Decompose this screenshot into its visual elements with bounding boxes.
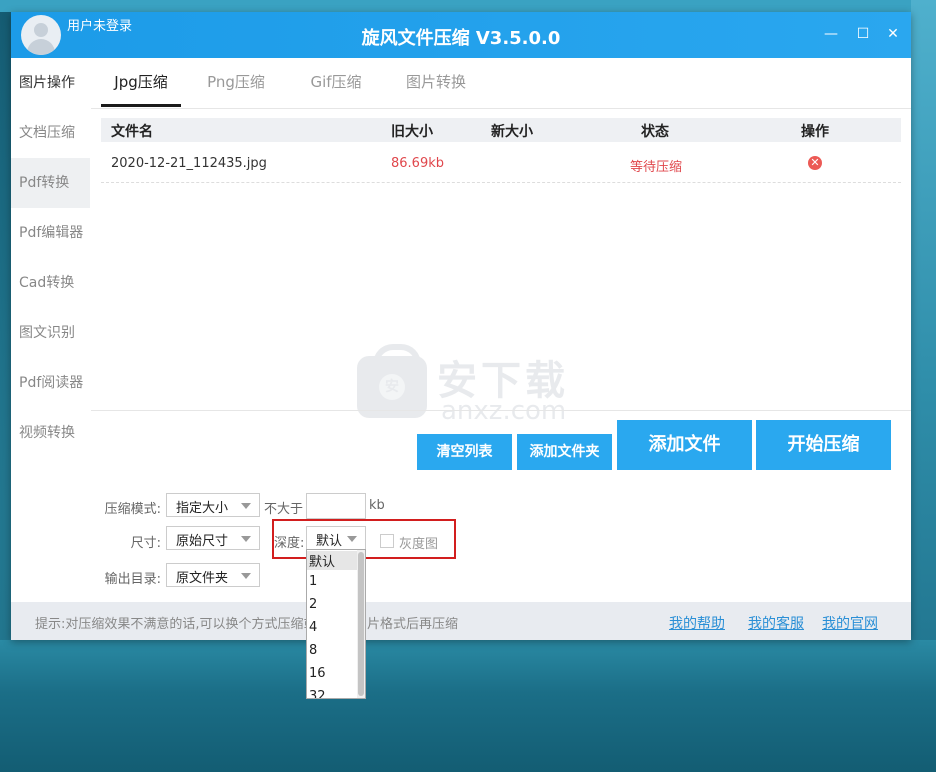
tip-text: 提示:对压缩效果不满意的话,可以换个方式压缩或: [35, 617, 317, 632]
sidebar-item-cad-convert[interactable]: Cad转换: [11, 258, 90, 308]
dropdown-option[interactable]: 16: [309, 666, 326, 681]
limit-unit-label: kb: [369, 498, 385, 513]
add-folder-button[interactable]: 添加文件夹: [517, 434, 612, 470]
sidebar-item-pdf-editor[interactable]: Pdf编辑器: [11, 208, 90, 258]
desktop-background-top: [0, 0, 936, 12]
row-old-size: 86.69kb: [391, 156, 444, 171]
website-link[interactable]: 我的官网: [822, 613, 878, 633]
column-status: 状态: [641, 124, 669, 140]
sidebar: 图片操作 文档压缩 Pdf转换 Pdf编辑器 Cad转换 图文识别 Pdf阅读器…: [11, 58, 90, 602]
status-footer: 提示:对压缩效果不满意的话,可以换个方式压缩或 片格式后再压缩 我的帮助 我的客…: [11, 602, 911, 640]
size-select[interactable]: 原始尺寸: [166, 526, 260, 550]
maximize-icon[interactable]: ☐: [855, 26, 871, 42]
tab-jpg-compress[interactable]: Jpg压缩: [101, 58, 181, 107]
file-table-header: 文件名 旧大小 新大小 状态 操作: [101, 118, 901, 142]
column-filename: 文件名: [111, 124, 153, 140]
compress-mode-label: 压缩模式:: [104, 502, 161, 517]
row-status: 等待压缩: [630, 160, 683, 175]
tip-text-tail: 片格式后再压缩: [367, 617, 459, 632]
dropdown-scrollbar[interactable]: [357, 550, 365, 698]
close-icon[interactable]: ✕: [885, 26, 901, 42]
tab-bar: Jpg压缩 Png压缩 Gif压缩 图片转换: [91, 58, 911, 109]
chevron-down-icon: [241, 573, 251, 579]
compress-mode-select[interactable]: 指定大小: [166, 493, 260, 517]
dropdown-option[interactable]: 8: [309, 643, 317, 658]
sidebar-item-ocr[interactable]: 图文识别: [11, 308, 90, 358]
desktop-background-bottom: [0, 640, 936, 772]
column-new-size: 新大小: [491, 124, 533, 140]
limit-size-input[interactable]: [306, 493, 366, 519]
sidebar-item-pdf-reader[interactable]: Pdf阅读器: [11, 358, 90, 408]
tab-gif-compress[interactable]: Gif压缩: [296, 58, 376, 106]
dropdown-option[interactable]: 4: [309, 620, 317, 635]
clear-list-button[interactable]: 清空列表: [417, 434, 512, 470]
sidebar-item-video-convert[interactable]: 视频转换: [11, 408, 90, 458]
delete-icon[interactable]: ✕: [808, 156, 822, 170]
sidebar-item-doc-compress[interactable]: 文档压缩: [11, 108, 90, 158]
app-window: 用户未登录 旋风文件压缩 V3.5.0.0 — ☐ ✕ 图片操作 文档压缩 Pd…: [11, 12, 911, 699]
sidebar-item-pdf-convert[interactable]: Pdf转换: [11, 158, 90, 208]
minimize-icon[interactable]: —: [823, 26, 839, 42]
table-row: 2020-12-21_112435.jpg 86.69kb 等待压缩 ✕: [101, 148, 901, 183]
app-title: 旋风文件压缩 V3.5.0.0: [361, 28, 561, 49]
dropdown-option[interactable]: 2: [309, 597, 317, 612]
sidebar-item-image-ops[interactable]: 图片操作: [11, 58, 90, 108]
add-file-button[interactable]: 添加文件: [617, 420, 752, 470]
output-dir-select[interactable]: 原文件夹: [166, 563, 260, 587]
chevron-down-icon: [241, 503, 251, 509]
column-action: 操作: [801, 124, 829, 140]
help-link[interactable]: 我的帮助: [669, 613, 725, 633]
row-filename: 2020-12-21_112435.jpg: [111, 156, 267, 171]
size-label: 尺寸:: [130, 536, 161, 551]
output-dir-label: 输出目录:: [104, 572, 161, 587]
divider: [91, 410, 911, 411]
watermark-logo: 安 安下载 anxz.com: [357, 342, 587, 432]
support-link[interactable]: 我的客服: [748, 613, 804, 633]
limit-label: 不大于: [264, 502, 304, 517]
chevron-down-icon: [241, 536, 251, 542]
start-compress-button[interactable]: 开始压缩: [756, 420, 891, 470]
dropdown-option[interactable]: 默认: [307, 551, 357, 570]
tab-image-convert[interactable]: 图片转换: [396, 58, 476, 106]
dropdown-option[interactable]: 32: [309, 689, 326, 698]
scrollbar-thumb[interactable]: [358, 552, 364, 696]
title-bar: 用户未登录 旋风文件压缩 V3.5.0.0 — ☐ ✕: [11, 12, 911, 58]
depth-dropdown-list: 默认 1 2 4 8 16 32: [306, 549, 366, 699]
dropdown-option[interactable]: 1: [309, 574, 317, 589]
column-old-size: 旧大小: [391, 124, 433, 140]
tab-png-compress[interactable]: Png压缩: [196, 58, 276, 106]
